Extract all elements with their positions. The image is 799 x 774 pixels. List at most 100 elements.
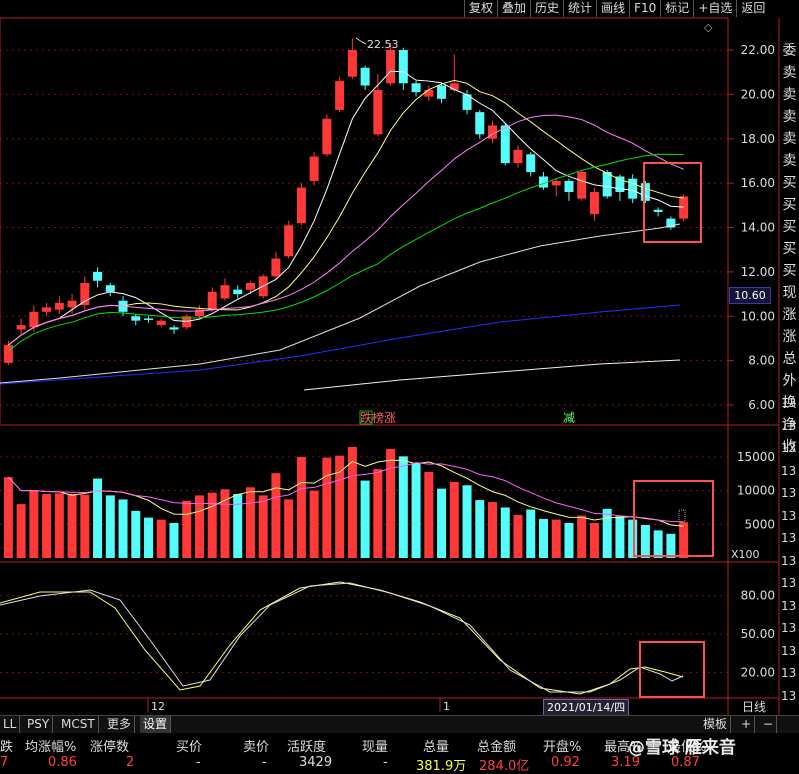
candle-body xyxy=(29,311,39,328)
quote-label: 买 xyxy=(782,263,797,279)
kline-chart[interactable]: 22.00 20.00 18.00 16.00 14.00 12.00 10.00 8.00 6… xyxy=(0,0,799,772)
diamond-icon: ◇ xyxy=(704,21,713,34)
candle-body xyxy=(424,89,434,97)
quote-label: 委 xyxy=(782,43,797,59)
kdj-d-line xyxy=(0,582,684,693)
quote-value: 13 xyxy=(781,621,797,635)
candle-body xyxy=(80,282,90,306)
volume-bar xyxy=(80,494,90,558)
volume-unit-label: X100 xyxy=(731,548,760,561)
quote-label: 卖 xyxy=(782,65,797,81)
volume-tick-label: 15000 xyxy=(737,450,775,464)
volume-bar xyxy=(551,519,561,558)
candle-body xyxy=(577,172,587,199)
volume-bar xyxy=(615,516,625,558)
candle-body xyxy=(144,318,154,320)
quote-value: 13 xyxy=(781,441,797,455)
indicator-tick-label: 20.00 xyxy=(741,665,775,679)
volume-bar xyxy=(118,499,128,558)
candle-body xyxy=(589,192,599,215)
quote-label: 卖 xyxy=(782,109,797,125)
candle-body xyxy=(500,125,510,164)
candle-body xyxy=(93,271,103,281)
candle-body xyxy=(16,325,26,330)
candle-body xyxy=(347,50,357,77)
volume-bar xyxy=(653,530,663,558)
volume-bar xyxy=(271,473,281,558)
volume-bar xyxy=(207,492,217,558)
info-value: 0.86 xyxy=(48,755,77,770)
volume-tick-label: 10000 xyxy=(737,484,775,498)
candle-body xyxy=(105,285,115,292)
quote-label: 总 xyxy=(782,351,797,367)
highlight-box xyxy=(639,641,705,698)
zoom-in-button[interactable]: + xyxy=(738,716,756,733)
candle-body xyxy=(3,345,13,363)
candle-body xyxy=(551,180,561,186)
candle-body xyxy=(679,196,689,219)
volume-bar xyxy=(398,456,408,558)
indicator-tab-4[interactable]: 设置 xyxy=(140,716,172,733)
candle-body xyxy=(640,183,650,201)
candle-body xyxy=(411,83,421,93)
volume-bar xyxy=(309,490,319,558)
price-tick-label: 10.00 xyxy=(741,309,775,323)
zoom-out-button[interactable]: − xyxy=(760,716,778,733)
volume-bar xyxy=(194,495,204,558)
volume-bar xyxy=(284,499,294,558)
quote-label: 买 xyxy=(782,241,797,257)
quote-label: 卖 xyxy=(782,131,797,147)
volume-ghost-bar xyxy=(678,509,686,523)
indicator-tab-0[interactable]: LL xyxy=(0,716,21,733)
indicator-tab-3[interactable]: 更多 xyxy=(104,716,136,733)
indicator-tab-1[interactable]: PSY xyxy=(24,716,54,733)
quote-value: 13 xyxy=(781,486,797,500)
candle-body xyxy=(513,149,523,164)
kdj-k-line xyxy=(0,581,684,695)
candle-body xyxy=(564,180,574,192)
high-pointer xyxy=(355,37,367,45)
candle-body xyxy=(271,258,281,277)
info-value: 0.92 xyxy=(551,755,580,770)
indicator-tabs-bar: LL PSY MCST 更多 设置 模板 + − xyxy=(0,715,799,733)
quote-label: 涨 xyxy=(782,307,797,323)
volume-bar xyxy=(538,518,548,558)
quote-panel-values: 13 13 13 13 13 13 13 13 13 13 13 13 13 13 xyxy=(781,396,799,711)
volume-bar xyxy=(360,480,370,558)
price-tick-label: 6.00 xyxy=(748,398,775,412)
candle-body xyxy=(156,320,166,326)
candle-body xyxy=(602,172,612,197)
candle-body xyxy=(360,67,370,86)
volume-bar xyxy=(322,457,332,558)
quote-value: 13 xyxy=(781,508,797,523)
volume-bar xyxy=(182,500,192,558)
quote-label: 卖 xyxy=(782,87,797,103)
quote-value: 13 xyxy=(781,688,797,703)
price-tick-label: 18.00 xyxy=(741,132,775,146)
quote-value: 13 xyxy=(781,598,797,613)
event-label: 减 xyxy=(563,411,575,425)
volume-bar xyxy=(42,494,52,558)
indicator-tab-2[interactable]: MCST xyxy=(58,716,99,733)
volume-bar xyxy=(156,519,166,558)
info-value: 381.9万 xyxy=(416,759,467,774)
candle-body xyxy=(335,81,345,110)
volume-bar xyxy=(411,463,421,558)
high-annotation: 22.53 xyxy=(367,38,399,51)
quote-label: 买 xyxy=(782,175,797,191)
quote-label: 涨 xyxy=(782,329,797,345)
price-tick-label: 16.00 xyxy=(741,176,775,190)
current-price-tag: 10.60 xyxy=(729,287,771,304)
quote-value: 13 xyxy=(781,463,797,478)
indicator-tick-label: 80.00 xyxy=(741,589,775,603)
quote-label: 外 xyxy=(782,373,797,389)
candle-body xyxy=(42,307,52,312)
x-axis-label: 12 xyxy=(151,700,165,713)
volume-bar xyxy=(169,522,179,558)
template-button[interactable]: 模板 xyxy=(700,716,732,733)
candle-body xyxy=(245,282,255,290)
volume-bar xyxy=(449,481,459,558)
volume-bar xyxy=(437,488,447,558)
volume-bar xyxy=(3,477,13,558)
volume-bar xyxy=(564,522,574,558)
